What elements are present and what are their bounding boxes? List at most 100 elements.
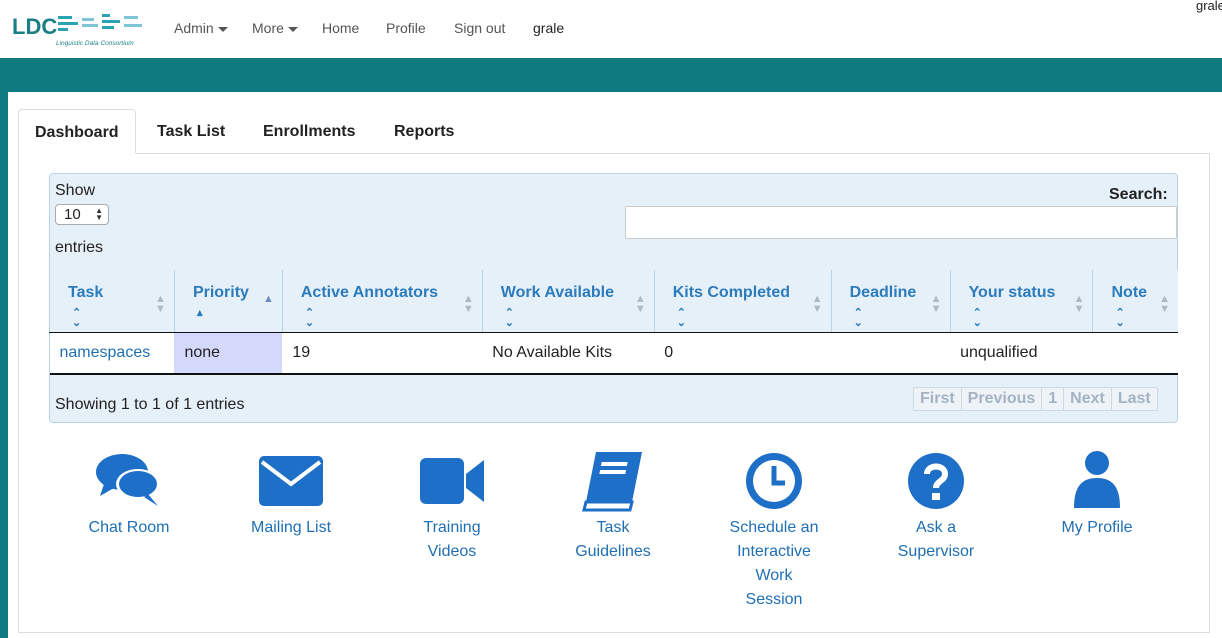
sort-asc-icon: ▴ [196,307,203,319]
tile-label: Session [745,591,803,608]
sort-both-icon: ⌃ ⌄ [304,307,315,329]
cell-your-status: unqualified [950,332,1093,375]
column-header-label: Work Available [500,284,615,301]
sort-both-icon: ▲ ▼ [634,293,646,315]
top-navbar: LDC Linguistic Data Consortium Admin Mor… [0,0,1222,58]
nav-admin-label[interactable]: Admin [174,20,214,36]
select-arrows-icon: ▲ ▼ [95,206,103,222]
tile-label: Supervisor [897,543,975,560]
chat-bubbles-icon [96,454,160,506]
sort-both-icon: ⌃ ⌄ [504,307,514,329]
tile-label: My Profile [1061,519,1133,536]
tab-dashboard[interactable]: Dashboard [18,109,136,154]
sort-both-icon: ▲ ▼ [155,293,166,315]
column-header-priority[interactable]: Priority ▴ ▲ [173,270,283,333]
show-label: Show [55,182,96,199]
tab-task-list[interactable]: Task List [141,109,241,154]
nav-more-dropdown[interactable]: More [252,20,298,36]
column-header-note[interactable]: Note ⌃ ⌄ ▲ ▼ [1092,270,1178,333]
user-icon [1074,451,1120,508]
tab-enrollments[interactable]: Enrollments [247,109,371,154]
cell-priority: none [174,332,283,375]
cell-task: namespaces [49,332,175,375]
tile-label: Chat Room [88,519,170,536]
column-header-your-status[interactable]: Your status ⌃ ⌄ ▲ ▼ [949,270,1093,333]
page-length-select[interactable]: 10 ▲ ▼ [55,204,109,225]
envelope-icon [259,456,323,506]
nav-profile-link[interactable]: Profile [386,20,426,36]
nav-more-label[interactable]: More [252,20,284,36]
pager-page-1-button[interactable]: 1 [1042,388,1065,410]
column-header-label: Deadline [849,284,917,301]
column-header-work-available[interactable]: Work Available ⌃ ⌄ ▲ ▼ [481,270,655,333]
caret-down-icon [287,26,298,32]
sort-both-icon: ▲ ▼ [930,293,942,315]
table-header-row: Task ⌃ ⌄ ▲ ▼ Priority ▴ ▲ Active Annotators ⌃ ⌄ ▲… [49,270,1178,333]
tile-label: Videos [427,543,477,560]
clock-icon [746,453,802,509]
tab-reports[interactable]: Reports [378,109,470,154]
tile-label: Ask a [915,519,956,536]
sort-both-icon: ▲ ▼ [462,293,474,315]
sort-both-icon: ▲ ▼ [1073,293,1085,315]
column-header-label: Your status [968,284,1056,301]
tasks-table: Task ⌃ ⌄ ▲ ▼ Priority ▴ ▲ Active Annotators ⌃ ⌄ ▲… [49,270,1178,375]
book-icon [582,452,642,512]
sort-asc-icon: ▲ [262,293,274,305]
training-videos-link[interactable]: Training Videos [382,450,522,564]
caret-down-icon [217,26,228,32]
table-info: Showing 1 to 1 of 1 entries [55,396,245,413]
sort-both-icon: ⌃ ⌄ [72,307,82,329]
logo-text: LDC [12,14,57,39]
tile-label: Schedule an [729,519,819,536]
sort-both-icon: ▲ ▼ [1159,293,1170,315]
nav-signout-link[interactable]: Sign out [454,20,505,36]
ldc-logo[interactable]: LDC Linguistic Data Consortium [12,10,147,50]
cell-deadline [831,332,951,375]
task-guidelines-link[interactable]: Task Guidelines [543,450,683,564]
tile-label: Guidelines [575,543,651,560]
page-length-value: 10 [64,206,81,223]
cell-active-annotators: 19 [282,332,483,375]
tile-label: Task [596,519,630,536]
task-link[interactable]: namespaces [60,344,151,361]
column-header-kits-completed[interactable]: Kits Completed ⌃ ⌄ ▲ ▼ [653,270,832,333]
table-row: namespaces none 19 No Available Kits 0 u… [49,332,1178,375]
column-header-deadline[interactable]: Deadline ⌃ ⌄ ▲ ▼ [830,270,951,333]
schedule-session-link[interactable]: Schedule an Interactive Work Session [704,450,844,612]
nav-home-link[interactable]: Home [322,20,359,36]
sort-both-icon: ⌃ ⌄ [676,307,686,329]
column-header-label: Active Annotators [300,284,439,301]
pager-next-button[interactable]: Next [1064,388,1112,410]
tile-label: Mailing List [250,519,332,536]
sort-both-icon: ▲ ▼ [811,293,823,315]
tile-label: Work [755,567,793,584]
entries-label: entries [55,239,104,256]
nav-username[interactable]: grale [533,20,564,36]
search-input[interactable] [625,206,1177,239]
pager-first-button[interactable]: First [914,388,962,410]
column-header-label: Kits Completed [672,284,791,301]
cell-work-available: No Available Kits [482,332,655,375]
pager-last-button[interactable]: Last [1112,388,1157,410]
tile-label: Interactive [737,543,811,560]
mailing-list-link[interactable]: Mailing List [221,450,361,540]
search-label: Search: [1109,186,1168,203]
video-camera-icon [420,458,484,504]
logo-subtitle: Linguistic Data Consortium [56,40,134,47]
pager-previous-button[interactable]: Previous [962,388,1043,410]
my-profile-link[interactable]: My Profile [1027,450,1167,540]
column-header-task[interactable]: Task ⌃ ⌄ ▲ ▼ [49,270,175,333]
sort-both-icon: ⌃ ⌄ [1115,307,1125,329]
ask-supervisor-link[interactable]: Ask a Supervisor [866,450,1006,564]
column-header-active-annotators[interactable]: Active Annotators ⌃ ⌄ ▲ ▼ [281,270,483,333]
nav-admin-dropdown[interactable]: Admin [174,20,228,36]
cell-kits-completed: 0 [654,332,832,375]
column-header-label: Note [1111,284,1148,301]
sort-both-icon: ⌃ ⌄ [853,307,863,329]
tile-label: Training [423,519,481,536]
chat-room-link[interactable]: Chat Room [59,450,199,540]
column-header-label: Priority [192,284,249,301]
sort-both-icon: ⌃ ⌄ [972,307,982,329]
question-circle-icon [908,453,964,509]
